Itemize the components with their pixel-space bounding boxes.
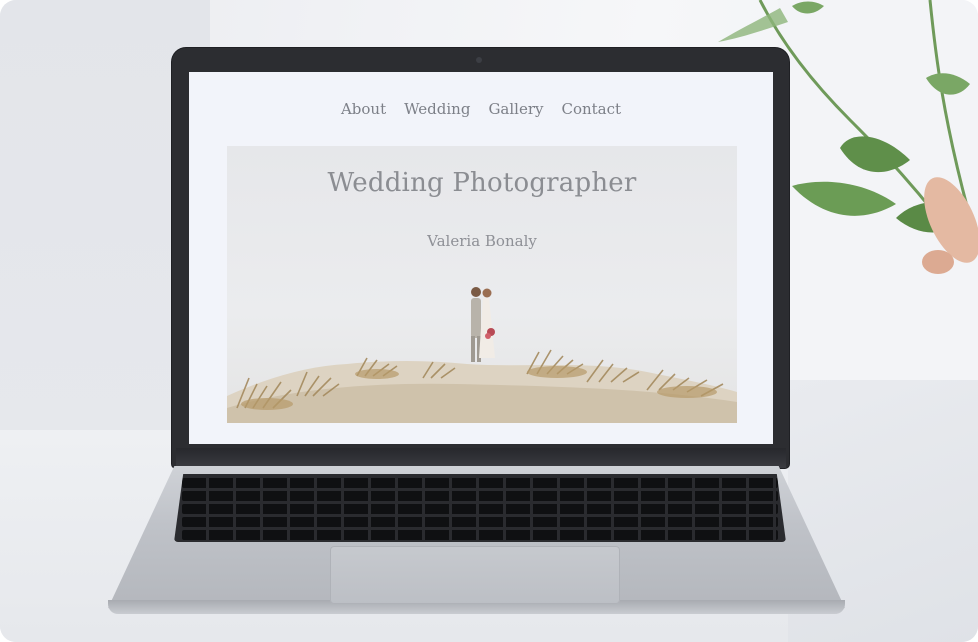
nav-link-gallery[interactable]: Gallery bbox=[488, 100, 543, 118]
hero-subtitle: Valeria Bonaly bbox=[427, 232, 537, 250]
webcam-icon bbox=[476, 57, 482, 63]
keyboard-row bbox=[182, 517, 778, 527]
laptop-hinge bbox=[176, 448, 786, 468]
nav-link-wedding[interactable]: Wedding bbox=[404, 100, 470, 118]
keyboard-row bbox=[182, 504, 778, 514]
keyboard bbox=[174, 474, 786, 542]
keyboard-row bbox=[182, 530, 778, 540]
nav-link-about[interactable]: About bbox=[341, 100, 386, 118]
laptop-screen: About Wedding Gallery Contact Wedding Ph… bbox=[189, 72, 773, 444]
hero-banner: Wedding Photographer Valeria Bonaly bbox=[227, 146, 737, 423]
site-navigation: About Wedding Gallery Contact bbox=[189, 100, 773, 118]
mockup-scene: About Wedding Gallery Contact Wedding Ph… bbox=[0, 0, 978, 642]
keyboard-row bbox=[182, 491, 778, 501]
trackpad bbox=[330, 546, 620, 604]
keyboard-row bbox=[182, 478, 778, 488]
hero-title: Wedding Photographer bbox=[327, 168, 637, 198]
nav-link-contact[interactable]: Contact bbox=[561, 100, 621, 118]
